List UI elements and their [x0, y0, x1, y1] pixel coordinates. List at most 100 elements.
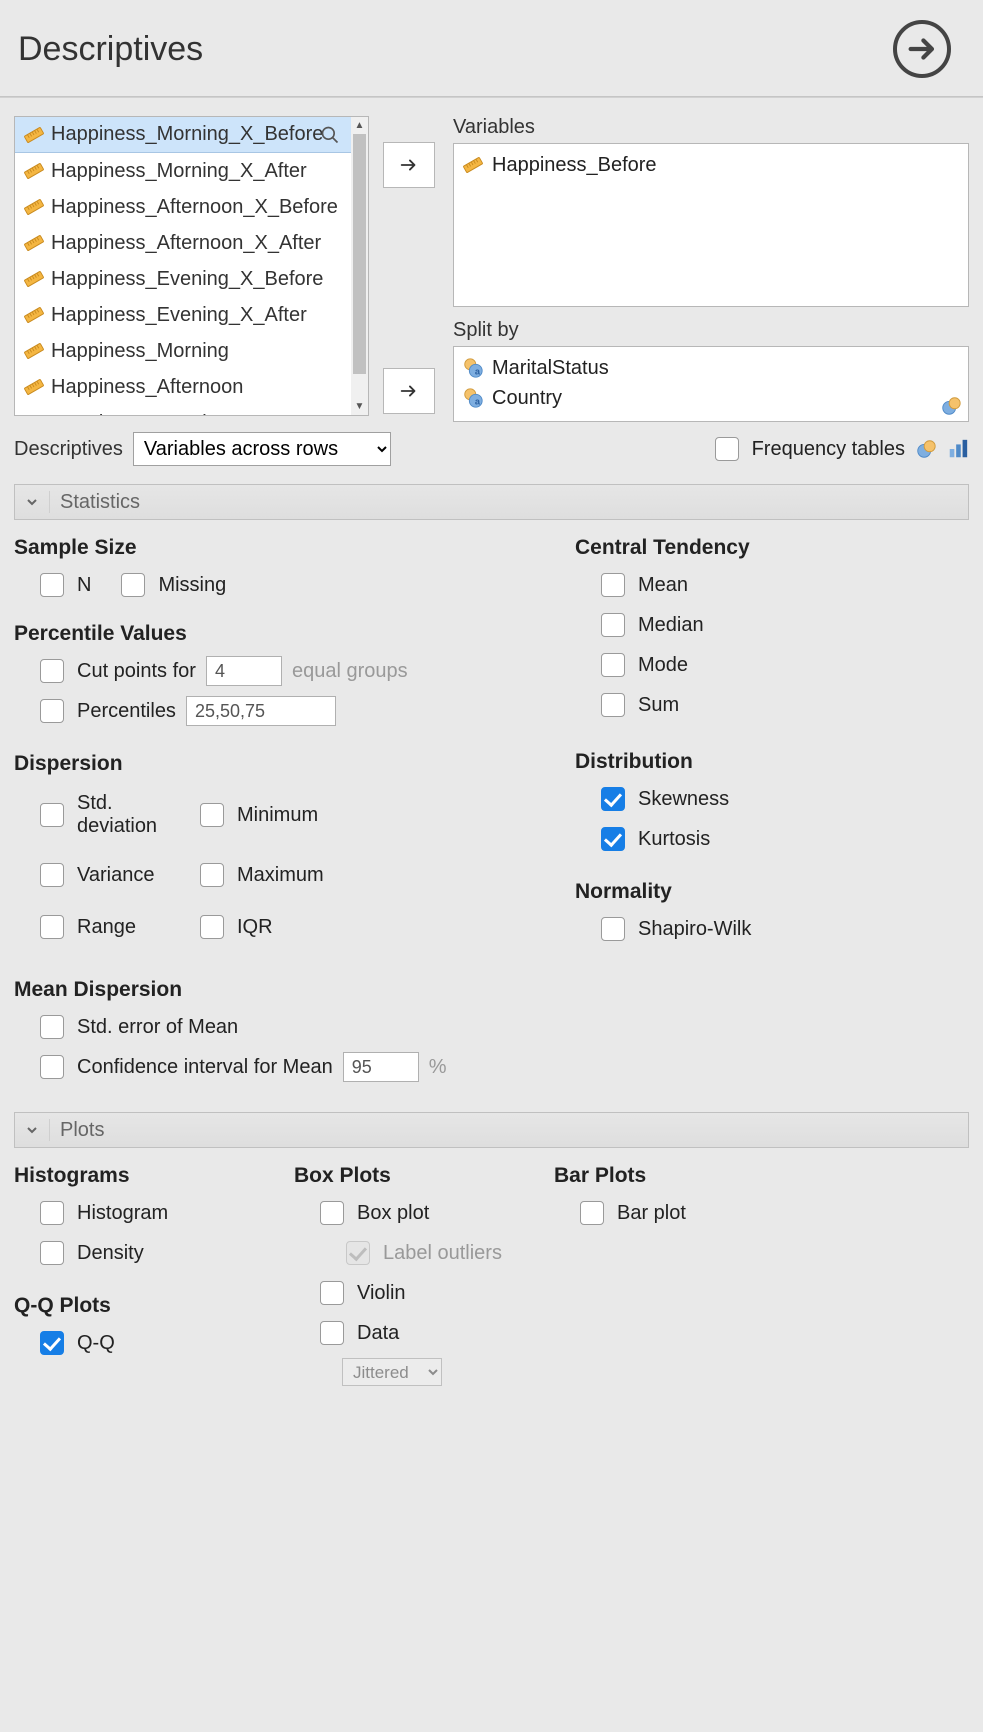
- descriptives-layout-select[interactable]: Variables across rows: [133, 432, 391, 466]
- variance-checkbox[interactable]: [40, 863, 64, 887]
- split-item[interactable]: MaritalStatus: [462, 353, 960, 383]
- arrow-right-icon: [398, 154, 420, 176]
- box-plots-heading: Box Plots: [294, 1164, 554, 1188]
- n-label: N: [77, 574, 91, 597]
- source-variable-item[interactable]: Happiness_Evening_X_After: [15, 297, 368, 333]
- percentiles-checkbox[interactable]: [40, 699, 64, 723]
- mean-checkbox[interactable]: [601, 573, 625, 597]
- shapiro-wilk-checkbox[interactable]: [601, 917, 625, 941]
- source-variable-item[interactable]: Happiness_Morning: [15, 333, 368, 369]
- source-variable-item[interactable]: Happiness_Afternoon_X_After: [15, 225, 368, 261]
- move-to-split-button[interactable]: [383, 368, 435, 414]
- scale-icon: [23, 160, 45, 182]
- kurtosis-checkbox[interactable]: [601, 827, 625, 851]
- histogram-checkbox[interactable]: [40, 1201, 64, 1225]
- ci-mean-checkbox[interactable]: [40, 1055, 64, 1079]
- variables-box[interactable]: Happiness_Before: [453, 143, 969, 307]
- source-variable-item[interactable]: Happiness_Morning_X_Before: [15, 117, 368, 153]
- range-checkbox[interactable]: [40, 915, 64, 939]
- box-plot-checkbox[interactable]: [320, 1201, 344, 1225]
- qq-label: Q-Q: [77, 1332, 115, 1355]
- scroll-down-icon[interactable]: ▼: [351, 398, 368, 415]
- chevron-down-icon: [25, 496, 39, 508]
- nominal-icon: [462, 357, 484, 379]
- nominal-icon: [462, 387, 484, 409]
- source-variable-item[interactable]: Happiness_Evening_X_Before: [15, 261, 368, 297]
- chevron-down-icon: [25, 1124, 39, 1136]
- split-item-label: Country: [492, 387, 562, 410]
- minimum-label: Minimum: [237, 804, 318, 827]
- statistics-section-header[interactable]: Statistics: [14, 484, 969, 520]
- search-icon[interactable]: [318, 123, 342, 147]
- maximum-checkbox[interactable]: [200, 863, 224, 887]
- histogram-label: Histogram: [77, 1202, 168, 1225]
- scale-icon: [23, 412, 45, 416]
- percentiles-input[interactable]: [186, 696, 336, 726]
- mode-checkbox[interactable]: [601, 653, 625, 677]
- data-mode-select: Jittered: [342, 1358, 442, 1386]
- split-item[interactable]: Country: [462, 383, 960, 413]
- scrollbar-thumb[interactable]: [353, 134, 366, 374]
- plots-section-header[interactable]: Plots: [14, 1112, 969, 1148]
- bar-plot-checkbox[interactable]: [580, 1201, 604, 1225]
- statistics-section-title: Statistics: [60, 491, 140, 514]
- violin-checkbox[interactable]: [320, 1281, 344, 1305]
- move-to-variables-button[interactable]: [383, 142, 435, 188]
- variables-item-label: Happiness_Before: [492, 154, 657, 177]
- split-box[interactable]: MaritalStatus Country: [453, 346, 969, 422]
- source-variable-label: Happiness_Morning_X_After: [51, 160, 307, 183]
- minimum-checkbox[interactable]: [200, 803, 224, 827]
- normality-heading: Normality: [575, 880, 969, 904]
- median-checkbox[interactable]: [601, 613, 625, 637]
- source-variable-label: Happiness_Evening_X_After: [51, 304, 307, 327]
- ci-value-input[interactable]: [343, 1052, 419, 1082]
- mode-label: Mode: [638, 654, 688, 677]
- iqr-label: IQR: [237, 916, 273, 939]
- missing-label: Missing: [158, 574, 226, 597]
- std-deviation-checkbox[interactable]: [40, 803, 64, 827]
- source-variable-label: Happiness_Afternoon_X_After: [51, 232, 321, 255]
- iqr-checkbox[interactable]: [200, 915, 224, 939]
- source-variable-label: Happiness_Evening: [51, 412, 229, 417]
- frequency-tables-checkbox[interactable]: [715, 437, 739, 461]
- cut-points-input[interactable]: [206, 656, 282, 686]
- range-label: Range: [77, 916, 136, 939]
- data-label: Data: [357, 1322, 399, 1345]
- histograms-heading: Histograms: [14, 1164, 294, 1188]
- source-variable-item[interactable]: Happiness_Evening: [15, 405, 368, 416]
- density-checkbox[interactable]: [40, 1241, 64, 1265]
- source-variable-item[interactable]: Happiness_Afternoon_X_Before: [15, 189, 368, 225]
- label-outliers-checkbox: [346, 1241, 370, 1265]
- percentiles-label: Percentiles: [77, 700, 176, 723]
- data-checkbox[interactable]: [320, 1321, 344, 1345]
- source-variable-label: Happiness_Afternoon_X_Before: [51, 196, 338, 219]
- box-plot-label: Box plot: [357, 1202, 429, 1225]
- cut-points-label: Cut points for: [77, 660, 196, 683]
- scroll-up-icon[interactable]: ▲: [351, 117, 368, 134]
- skewness-checkbox[interactable]: [601, 787, 625, 811]
- bar-plot-label: Bar plot: [617, 1202, 686, 1225]
- n-checkbox[interactable]: [40, 573, 64, 597]
- run-button[interactable]: [893, 20, 951, 78]
- sample-size-heading: Sample Size: [14, 536, 559, 560]
- ci-mean-label: Confidence interval for Mean: [77, 1056, 333, 1079]
- percentile-values-heading: Percentile Values: [14, 622, 559, 646]
- source-list-scrollbar[interactable]: ▲ ▼: [351, 117, 368, 415]
- missing-checkbox[interactable]: [121, 573, 145, 597]
- variables-item[interactable]: Happiness_Before: [462, 150, 960, 180]
- sum-checkbox[interactable]: [601, 693, 625, 717]
- source-variable-item[interactable]: Happiness_Afternoon: [15, 369, 368, 405]
- mean-dispersion-heading: Mean Dispersion: [14, 978, 559, 1002]
- page-title: Descriptives: [18, 30, 203, 69]
- qq-checkbox[interactable]: [40, 1331, 64, 1355]
- bar-chart-icon: [947, 438, 969, 460]
- se-mean-checkbox[interactable]: [40, 1015, 64, 1039]
- ci-percent-label: %: [429, 1056, 447, 1079]
- source-variable-list[interactable]: Happiness_Morning_X_Before Happiness_Morn…: [14, 116, 369, 416]
- source-variable-item[interactable]: Happiness_Morning_X_After: [15, 153, 368, 189]
- scale-icon: [23, 196, 45, 218]
- frequency-tables-label: Frequency tables: [752, 438, 905, 461]
- cut-points-checkbox[interactable]: [40, 659, 64, 683]
- scale-icon: [23, 232, 45, 254]
- bar-plots-heading: Bar Plots: [554, 1164, 969, 1188]
